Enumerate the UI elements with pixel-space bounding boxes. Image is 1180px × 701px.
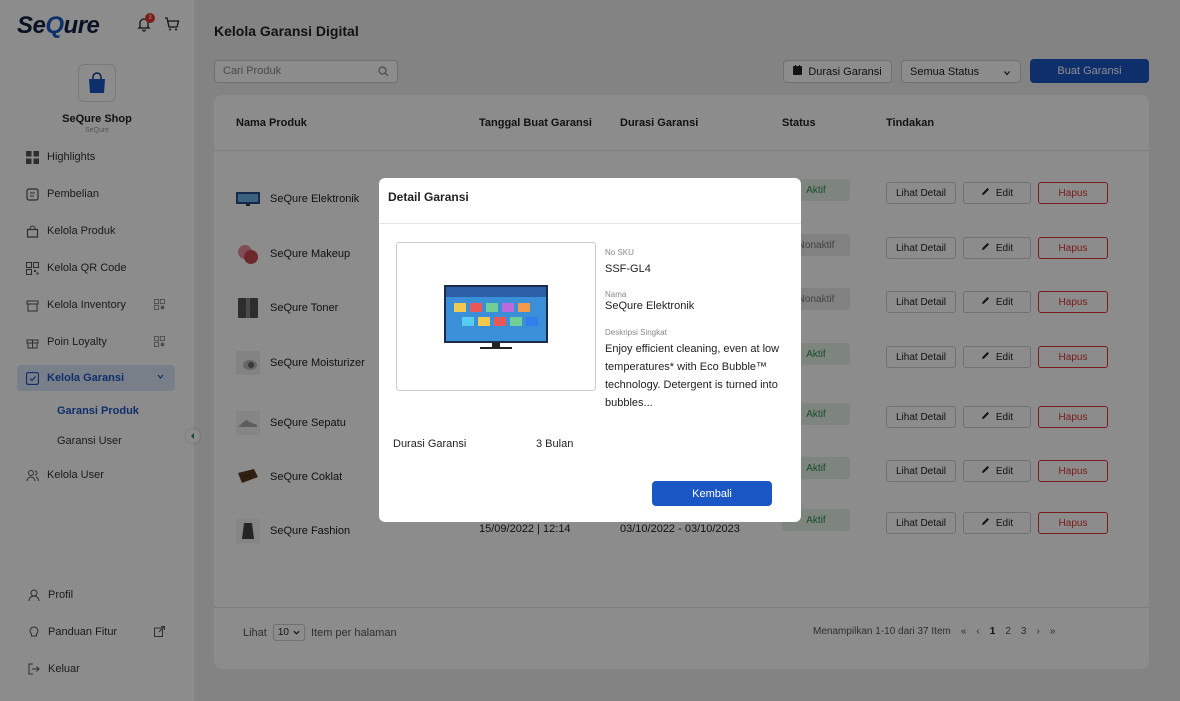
sku-value: SSF-GL4 — [605, 263, 651, 275]
modal-divider — [379, 223, 801, 224]
deskripsi-label: Deskripsi Singkat — [605, 328, 667, 337]
durasi-value: 3 Bulan — [536, 438, 574, 450]
sku-label: No SKU — [605, 248, 634, 257]
tv-image-icon — [444, 284, 548, 349]
nama-label: Nama — [605, 290, 627, 299]
kembali-button[interactable]: Kembali — [652, 481, 772, 506]
nama-value: SeQure Elektronik — [605, 300, 695, 312]
deskripsi-value: Enjoy efficient cleaning, even at low te… — [605, 343, 780, 409]
modal-title: Detail Garansi — [388, 190, 469, 204]
product-image — [396, 242, 596, 391]
detail-garansi-modal: Detail Garansi No SKU SSF-GL4 Nama SeQur… — [379, 178, 801, 522]
durasi-label: Durasi Garansi — [393, 438, 467, 450]
